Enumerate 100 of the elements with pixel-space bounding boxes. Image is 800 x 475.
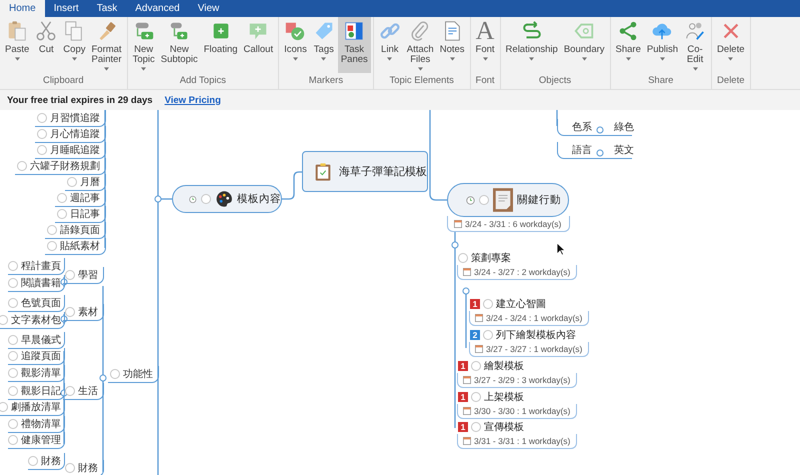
- topic-node[interactable]: 禮物清單: [8, 416, 65, 433]
- topic-node[interactable]: 財務: [63, 460, 104, 475]
- topic-node[interactable]: 觀影清單: [8, 365, 65, 382]
- topic-node[interactable]: 健康管理: [8, 432, 65, 449]
- topic-label: 模板內容: [237, 192, 281, 206]
- ribbon-button[interactable]: Share: [612, 17, 644, 73]
- progress-circle-icon: [57, 209, 67, 219]
- ribbon-button[interactable]: Format Painter: [88, 17, 125, 73]
- topic-node[interactable]: 色系: [557, 119, 600, 136]
- paste-icon: [6, 20, 28, 42]
- ribbon-tab[interactable]: Advanced: [126, 0, 189, 17]
- ribbon-button[interactable]: Paste: [2, 17, 32, 73]
- topic-label: 早晨儀式: [21, 334, 61, 347]
- topic-node[interactable]: 語言: [557, 142, 600, 159]
- calendar-icon: [463, 376, 471, 384]
- topic-node[interactable]: 日記事: [55, 206, 106, 223]
- topic-node[interactable]: 貼紙素材: [45, 238, 106, 255]
- view-pricing-link[interactable]: View Pricing: [164, 94, 221, 106]
- ribbon-button[interactable]: A Font: [472, 17, 498, 73]
- topic-node[interactable]: 劇播放清單: [0, 399, 65, 416]
- topic-node[interactable]: 學習: [63, 267, 104, 284]
- group-label: Delete: [716, 75, 746, 88]
- topic-node[interactable]: 程計畫頁: [8, 258, 65, 275]
- topic-node[interactable]: 財務: [28, 453, 65, 470]
- ribbon-button[interactable]: Cut: [32, 17, 60, 73]
- ribbon-button[interactable]: New Topic: [130, 17, 158, 73]
- caret-icon: [387, 57, 392, 61]
- ribbon-button[interactable]: Attach Files: [404, 17, 437, 73]
- ribbon-button[interactable]: Tags: [310, 17, 338, 73]
- topic-node[interactable]: 六罐子財務規劃: [15, 158, 106, 175]
- task-label[interactable]: 列下繪製模板內容: [496, 328, 576, 342]
- topic-label: 六罐子財務規劃: [30, 160, 100, 173]
- task-label[interactable]: 宣傳模板: [484, 420, 524, 434]
- topic-node[interactable]: 月曆: [65, 174, 106, 191]
- topic-node[interactable]: 關鍵行動: [447, 183, 569, 217]
- topic-label: 禮物清單: [21, 418, 61, 431]
- topic-node[interactable]: 月習慣追蹤: [35, 110, 106, 127]
- topic-label: 劇播放清單: [11, 400, 61, 414]
- ribbon-button[interactable]: Notes: [436, 17, 468, 73]
- people-edit-icon: [684, 20, 706, 42]
- topic-node[interactable]: 英文: [600, 142, 632, 159]
- topic-node[interactable]: 生活: [63, 383, 104, 400]
- task-label[interactable]: 策劃專案: [471, 251, 511, 265]
- calendar-icon: [475, 345, 483, 353]
- ribbon-button[interactable]: Icons: [281, 17, 310, 73]
- topic-node[interactable]: 閱讀書籍: [8, 275, 65, 292]
- topic-label: 月心情追蹤: [50, 128, 100, 141]
- group-label: Font: [474, 75, 496, 88]
- task-label[interactable]: 上架模板: [484, 390, 524, 404]
- topic-label: 財務: [78, 462, 98, 475]
- ribbon-button[interactable]: Publish: [644, 17, 682, 73]
- topic-label: 觀影清單: [21, 366, 61, 380]
- topic-label: 色號頁面: [21, 296, 61, 310]
- topic-node[interactable]: 文字素材包: [0, 312, 65, 329]
- ribbon-button[interactable]: Copy: [60, 17, 88, 73]
- markers-icon: [284, 20, 306, 42]
- ribbon-button[interactable]: Floating: [200, 17, 241, 73]
- ribbon-button[interactable]: Delete: [714, 17, 748, 73]
- central-topic[interactable]: 海草子彈筆記模板: [302, 151, 428, 192]
- ribbon-tab[interactable]: View: [188, 0, 228, 17]
- junction-dot: [452, 242, 458, 248]
- topic-node[interactable]: 色號頁面: [8, 295, 65, 312]
- task-label[interactable]: 繪製模板: [484, 359, 524, 373]
- topic-node[interactable]: 模板內容: [172, 185, 282, 213]
- topic-label: 貼紙素材: [60, 240, 100, 253]
- progress-circle-icon: [17, 161, 27, 171]
- ribbon-tab[interactable]: Task: [88, 0, 126, 17]
- ribbon-button[interactable]: Task Panes: [338, 17, 371, 73]
- topic-node[interactable]: 素材: [63, 304, 104, 321]
- ribbon-button[interactable]: Callout: [240, 17, 276, 73]
- topic-label: 關鍵行動: [517, 193, 561, 207]
- progress-circle-icon: [8, 368, 18, 378]
- caret-icon: [141, 67, 146, 71]
- ribbon-button[interactable]: Link: [376, 17, 404, 73]
- topic-node[interactable]: 觀影日記: [8, 383, 65, 400]
- progress-circle-icon: [37, 145, 47, 155]
- ribbon-button[interactable]: Co-Edit: [681, 17, 710, 73]
- font-icon: A: [476, 20, 494, 42]
- topic-node[interactable]: 月睡眠追蹤: [35, 142, 106, 159]
- topic-node[interactable]: 功能性: [108, 366, 159, 383]
- caret-icon: [660, 57, 665, 61]
- ribbon-button[interactable]: Boundary: [560, 17, 608, 73]
- ribbon-button[interactable]: Relationship: [502, 17, 561, 73]
- topic-label: 素材: [78, 306, 98, 319]
- topic-node[interactable]: 月心情追蹤: [35, 126, 106, 143]
- ribbon-button[interactable]: New Subtopic: [158, 17, 201, 73]
- ribbon-tab[interactable]: Insert: [44, 0, 88, 17]
- progress-circle-icon: [37, 129, 47, 139]
- topic-label: 語言: [572, 144, 592, 157]
- topic-node[interactable]: 週記事: [55, 190, 106, 207]
- topic-node[interactable]: 語錄頁面: [45, 222, 106, 239]
- topic-node[interactable]: 追蹤頁面: [8, 348, 65, 365]
- task-label[interactable]: 建立心智圖: [496, 297, 546, 311]
- topic-node[interactable]: 早晨儀式: [8, 332, 65, 349]
- topic-label: 海草子彈筆記模板: [339, 165, 427, 179]
- caret-icon: [450, 57, 455, 61]
- ribbon-tab[interactable]: Home: [0, 0, 45, 17]
- calendar-icon: [463, 268, 471, 276]
- topic-label: 財務: [41, 454, 61, 468]
- topic-node[interactable]: 綠色: [600, 119, 632, 136]
